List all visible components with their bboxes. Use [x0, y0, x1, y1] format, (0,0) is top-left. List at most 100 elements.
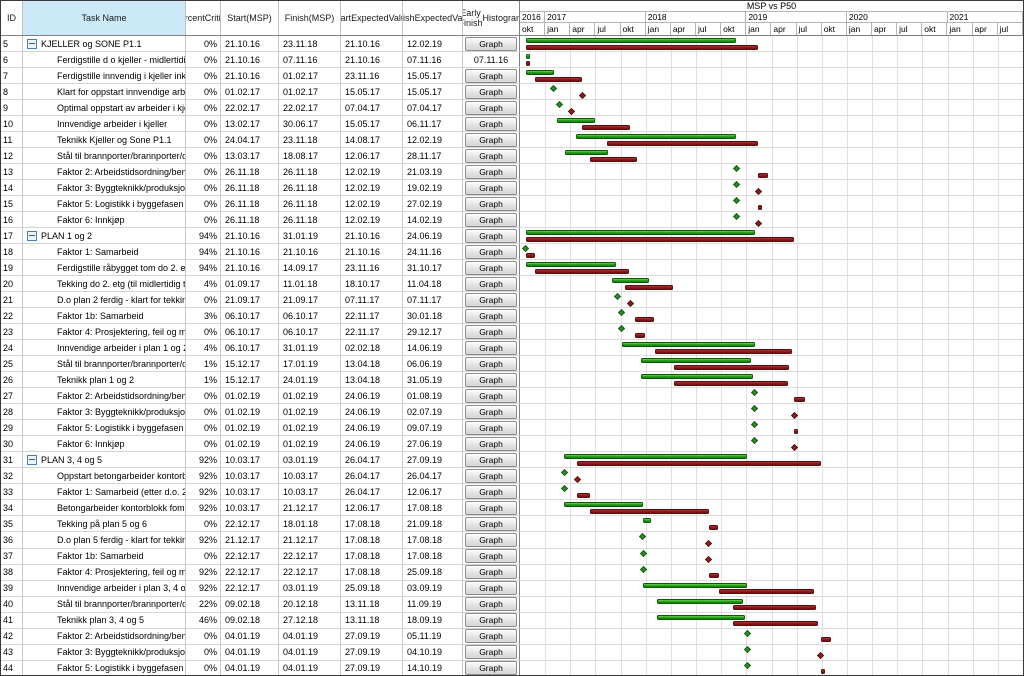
graph-button[interactable]: Graph: [465, 388, 517, 403]
graph-button[interactable]: Graph: [465, 148, 517, 163]
table-row[interactable]: 23Faktor 4: Prosjektering, feil og mang0…: [1, 324, 520, 341]
table-row[interactable]: 12 Stål til brannporter/brannporter/døre0…: [1, 148, 520, 165]
table-row[interactable]: 16 Faktor 6: Innkjøp 0% 26.11.18 26.11.18 12.…: [1, 212, 520, 229]
graph-button[interactable]: Graph: [465, 132, 517, 147]
start-expected-value-cell: 23.11.16: [341, 68, 403, 84]
timeline-year-label: 2020: [847, 12, 948, 22]
table-row[interactable]: 17 PLAN 1 og 2 94% 21.10.16 31.01.19 21.10.16…: [1, 228, 520, 245]
row-id-cell: 14: [1, 180, 23, 196]
graph-button[interactable]: Graph: [465, 645, 517, 660]
graph-button[interactable]: Graph: [465, 452, 517, 467]
graph-button[interactable]: Graph: [465, 549, 517, 563]
column-header-early-finish-histogram[interactable]: Early FinishHistogram: [463, 1, 520, 35]
table-row[interactable]: 8 Klart for oppstart innvendige arbeide0%…: [1, 84, 520, 101]
graph-button[interactable]: Graph: [465, 500, 517, 515]
table-row[interactable]: 18 Faktor 1: Samarbeid 94% 21.10.16 21.10.16…: [1, 244, 520, 261]
table-row[interactable]: 42Faktor 2: Arbeidstidsordning/bemann0%0…: [1, 628, 520, 645]
graph-button[interactable]: Graph: [465, 292, 517, 307]
graph-button[interactable]: Graph: [465, 68, 517, 83]
graph-button[interactable]: Graph: [465, 613, 517, 628]
table-row[interactable]: 15 Faktor 5: Logistikk i byggefasen 0% 26.1…: [1, 196, 520, 213]
table-row[interactable]: 21 D.o plan 2 ferdig - klart for tekking …: [1, 292, 520, 309]
msp-milestone: [639, 549, 647, 557]
table-row[interactable]: 44 Faktor 5: Logistikk i byggefasen 0% 04.0…: [1, 660, 520, 675]
column-header-start-expected-value[interactable]: StartExpectedValue: [341, 1, 403, 35]
table-row[interactable]: 7 Ferdigstille innvendig i kjeller inkl T…: [1, 68, 520, 85]
graph-button[interactable]: Graph: [465, 565, 517, 580]
table-row[interactable]: 14Faktor 3: Byggteknikk/produksjonsm0%26…: [1, 180, 520, 197]
column-header-task-name[interactable]: Task Name: [23, 1, 186, 35]
graph-button[interactable]: Graph: [465, 84, 517, 99]
collapse-minus-icon[interactable]: [27, 230, 37, 241]
graph-button[interactable]: Graph: [465, 276, 517, 291]
table-row[interactable]: 29 Faktor 5: Logistikk i byggefasen 0% 01.0…: [1, 420, 520, 437]
p50-milestone: [627, 299, 635, 307]
graph-button[interactable]: Graph: [465, 228, 517, 243]
graph-button[interactable]: Graph: [465, 372, 517, 387]
graph-button[interactable]: Graph: [465, 244, 517, 259]
graph-button[interactable]: Graph: [465, 100, 517, 115]
collapse-minus-icon[interactable]: [27, 38, 37, 49]
graph-button[interactable]: Graph: [465, 356, 517, 371]
gantt-row: [520, 180, 1023, 197]
graph-button[interactable]: Graph: [465, 260, 517, 275]
table-row[interactable]: 40Stål til brannporter/brannporter/døre2…: [1, 596, 520, 613]
table-row[interactable]: 32 Oppstart betongarbeider kontorblok 92% 1…: [1, 468, 520, 485]
graph-button[interactable]: Graph: [465, 404, 517, 419]
table-row[interactable]: 39 Innvendige arbeider i plan 3, 4 og 5 92…: [1, 580, 520, 597]
column-header-percent-critical[interactable]: PercentCritical: [186, 1, 221, 35]
column-header-finish-expected-value[interactable]: FinishExpectedValue: [403, 1, 463, 35]
table-row[interactable]: 9 Optimal oppstart av arbeider i kjelle 0%…: [1, 100, 520, 117]
finish-msp-cell: 01.02.19: [279, 420, 341, 436]
table-row[interactable]: 37 Faktor 1b: Samarbeid 0% 22.12.17 22.12.17…: [1, 548, 520, 565]
table-row[interactable]: 33 Faktor 1: Samarbeid (etter d.o. 2) 92% 1…: [1, 484, 520, 501]
graph-button[interactable]: Graph: [465, 661, 517, 675]
collapse-minus-icon[interactable]: [27, 454, 37, 465]
table-row[interactable]: 43Faktor 3: Byggteknikk/produksjonsm0%04…: [1, 644, 520, 661]
finish-expected-value-cell: 09.07.19: [403, 420, 463, 436]
graph-button[interactable]: Graph: [465, 436, 517, 451]
graph-button[interactable]: Graph: [465, 36, 517, 51]
graph-button[interactable]: Graph: [465, 324, 517, 339]
column-header-finish-msp[interactable]: Finish (MSP): [279, 1, 341, 35]
table-row[interactable]: 22 Faktor 1b: Samarbeid 3% 06.10.17 06.10.17…: [1, 308, 520, 325]
graph-button[interactable]: Graph: [465, 597, 517, 612]
task-name-cell: Faktor 4: Prosjektering, feil og mang: [23, 324, 186, 340]
graph-button[interactable]: Graph: [465, 116, 517, 131]
table-row[interactable]: 31 PLAN 3, 4 og 5 92% 10.03.17 03.01.19 26.04…: [1, 452, 520, 469]
table-row[interactable]: 20 Tekking do 2. etg (til midlertidig tet…: [1, 276, 520, 293]
graph-button[interactable]: Graph: [465, 484, 517, 499]
table-row[interactable]: 38 Faktor 4: Prosjektering, feil og mang9…: [1, 564, 520, 581]
table-row[interactable]: 13Faktor 2: Arbeidstidsordning/bemann0%2…: [1, 164, 520, 181]
graph-button[interactable]: Graph: [465, 308, 517, 323]
graph-button[interactable]: Graph: [465, 468, 517, 483]
table-row[interactable]: 6 Ferdigstille d o kjeller - midlertidig …: [1, 52, 520, 69]
column-header-id[interactable]: ID: [1, 1, 23, 35]
graph-button[interactable]: Graph: [465, 420, 517, 435]
table-row[interactable]: 36 D.o plan 5 ferdig - klart for tekking …: [1, 532, 520, 549]
table-row[interactable]: 19 Ferdigstille råbygget tom do 2. etg 94%…: [1, 260, 520, 277]
table-row[interactable]: 25Stål til brannporter/brannporter/døre1…: [1, 356, 520, 373]
table-row[interactable]: 24 Innvendige arbeider i plan 1 og 2 4% 06.…: [1, 340, 520, 357]
column-header-start-msp[interactable]: Start (MSP): [221, 1, 279, 35]
table-row[interactable]: 30 Faktor 6: Innkjøp 0% 01.02.19 01.02.19 24.…: [1, 436, 520, 453]
table-row[interactable]: 11 Teknikk Kjeller og Sone P1.1 0% 24.04.17…: [1, 132, 520, 149]
graph-button[interactable]: Graph: [465, 196, 517, 211]
graph-button[interactable]: Graph: [465, 581, 517, 596]
graph-button[interactable]: Graph: [465, 629, 517, 644]
graph-button[interactable]: Graph: [465, 164, 517, 179]
graph-button[interactable]: Graph: [465, 180, 517, 195]
table-row[interactable]: 35 Tekking på plan 5 og 6 0% 22.12.17 18.01.…: [1, 516, 520, 533]
table-row[interactable]: 26 Teknikk plan 1 og 2 1% 15.12.17 24.01.19 1…: [1, 372, 520, 389]
graph-button[interactable]: Graph: [465, 340, 517, 355]
table-row[interactable]: 28Faktor 3: Byggteknikk/produksjonsm0%01…: [1, 404, 520, 421]
task-name-cell: Faktor 1b: Samarbeid: [23, 308, 186, 324]
table-row[interactable]: 41 Teknikk plan 3, 4 og 5 46% 09.02.18 27.12…: [1, 612, 520, 629]
table-row[interactable]: 34 Betongarbeider kontorblokk fom pla 92% 1…: [1, 500, 520, 517]
graph-button[interactable]: Graph: [465, 532, 517, 547]
graph-button[interactable]: Graph: [465, 212, 517, 227]
table-row[interactable]: 10 Innvendige arbeider i kjeller 0% 13.02.1…: [1, 116, 520, 133]
table-row[interactable]: 5 KJELLER og SONE P1.1 0% 21.10.16 23.11.18 2…: [1, 36, 520, 53]
graph-button[interactable]: Graph: [465, 516, 517, 531]
table-row[interactable]: 27Faktor 2: Arbeidstidsordning/bemann0%0…: [1, 388, 520, 405]
